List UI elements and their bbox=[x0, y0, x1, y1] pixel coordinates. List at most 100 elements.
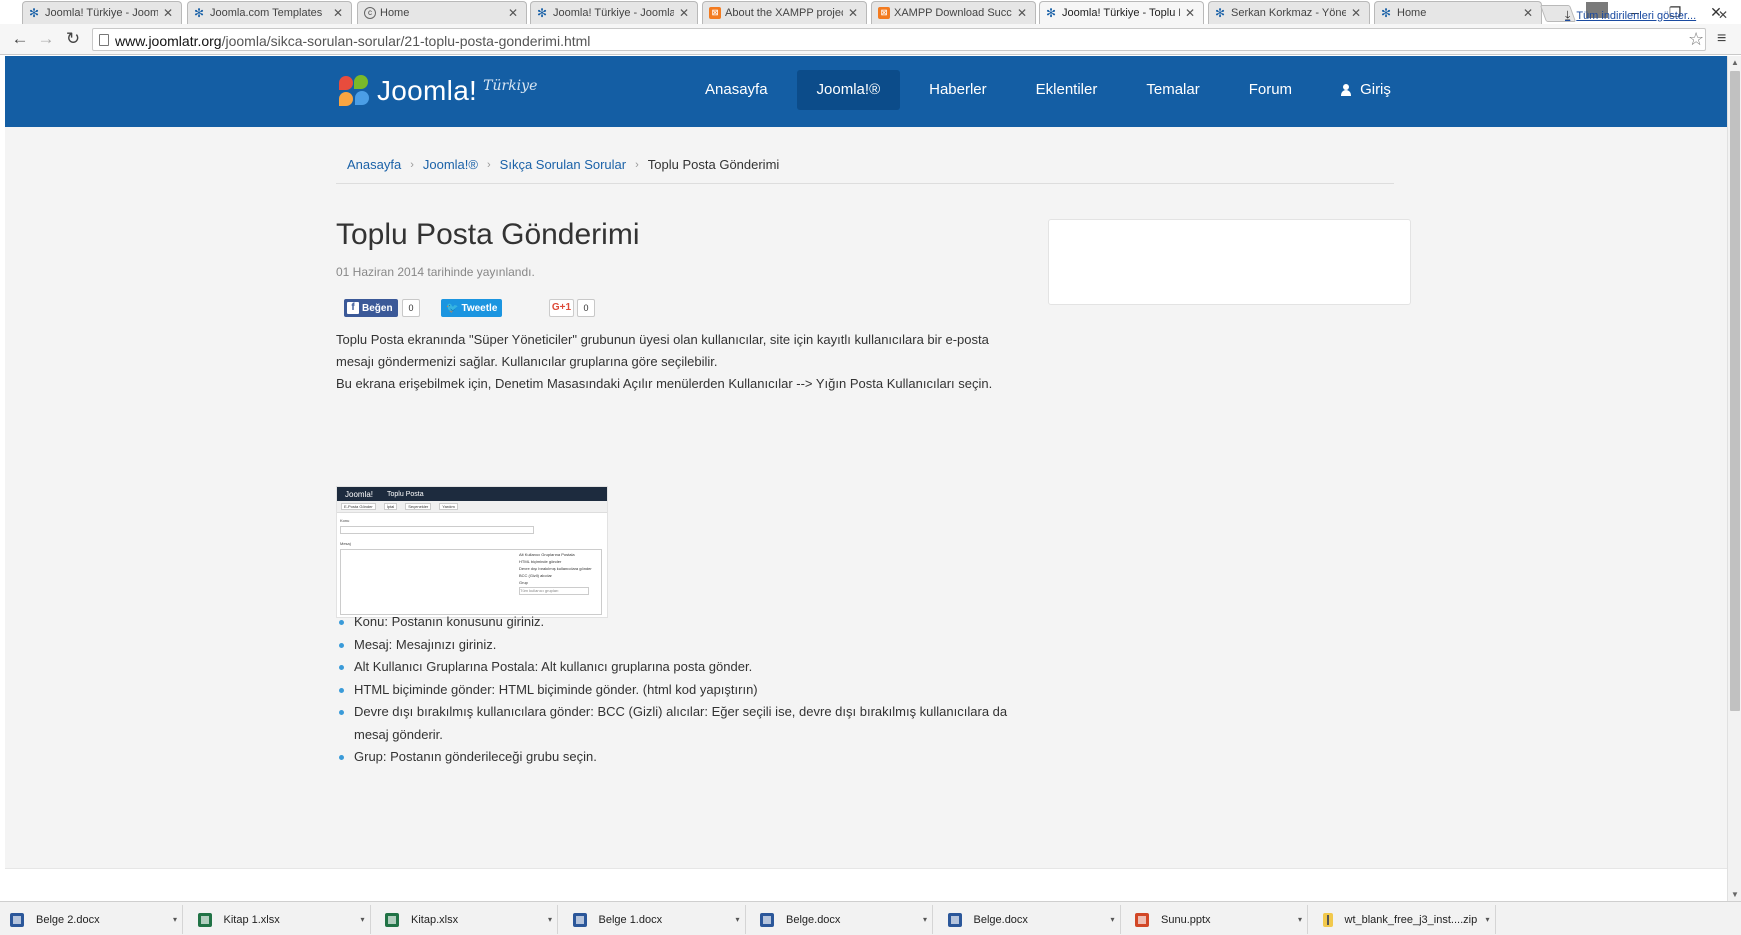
facebook-like-button[interactable]: f Beğen bbox=[344, 299, 398, 317]
xampp-icon: ⊠ bbox=[878, 7, 890, 19]
close-downloads-button[interactable]: ✕ bbox=[1718, 8, 1728, 22]
url-text[interactable]: www.joomlatr.org/joomla/sikca-sorulan-so… bbox=[115, 33, 590, 49]
download-item[interactable]: Belge.docx ▾ bbox=[750, 905, 933, 934]
scroll-down-icon[interactable]: ▼ bbox=[1731, 890, 1739, 899]
chevron-down-icon[interactable]: ▾ bbox=[731, 915, 745, 924]
browser-menu-icon[interactable]: ≡ bbox=[1717, 30, 1726, 48]
show-all-downloads-link[interactable]: ⤓ Tüm indirilenleri göster... bbox=[1565, 8, 1696, 23]
tab-title: Home bbox=[380, 7, 410, 19]
download-item[interactable]: Belge 2.docx ▾ bbox=[0, 905, 183, 934]
tab-close-icon[interactable]: ✕ bbox=[1521, 6, 1535, 20]
user-icon bbox=[1341, 84, 1352, 96]
logo-subtitle: Türkiye bbox=[483, 78, 538, 94]
nav-item-forum[interactable]: Forum bbox=[1229, 70, 1312, 110]
browser-tab[interactable]: c Home ✕ bbox=[357, 1, 527, 24]
list-item: Alt Kullanıcı Gruplarına Postala: Alt ku… bbox=[336, 656, 1016, 679]
downloads-bar: Belge 2.docx ▾ Kitap 1.xlsx ▾ Kitap.xlsx ▾ Bel… bbox=[0, 901, 1741, 935]
download-item[interactable]: Sunu.pptx ▾ bbox=[1125, 905, 1308, 934]
browser-tab[interactable]: ✻ Joomla.com Templates ✕ bbox=[187, 1, 352, 24]
browser-tab[interactable]: ✻ Serkan Korkmaz - Yönetim✕ bbox=[1208, 1, 1370, 24]
tab-close-icon[interactable]: ✕ bbox=[846, 6, 860, 20]
page-scrollbar[interactable]: ▲ ▼ bbox=[1727, 56, 1741, 901]
chevron-down-icon[interactable]: ▾ bbox=[1481, 915, 1495, 924]
page-viewport: Joomla! Türkiye Anasayfa Joomla!® Haberl… bbox=[5, 56, 1727, 901]
word-file-icon bbox=[947, 912, 962, 927]
download-item[interactable]: wt_blank_free_j3_inst....zip ▾ bbox=[1313, 905, 1496, 934]
scroll-up-icon[interactable]: ▲ bbox=[1731, 58, 1739, 67]
login-link[interactable]: Giriş bbox=[1321, 70, 1411, 110]
tab-title: Serkan Korkmaz - Yönetim bbox=[1231, 7, 1346, 19]
tweet-button[interactable]: 🐦 Tweetle bbox=[441, 299, 502, 317]
tab-close-icon[interactable]: ✕ bbox=[506, 6, 520, 20]
publish-date: 01 Haziran 2014 tarihinde yayınlandı. bbox=[336, 265, 535, 279]
xampp-icon: ⊠ bbox=[709, 7, 721, 19]
chevron-down-icon[interactable]: ▾ bbox=[1293, 915, 1307, 924]
joomla-icon: ✻ bbox=[537, 6, 548, 20]
facebook-like-count: 0 bbox=[402, 299, 420, 317]
chevron-down-icon[interactable]: ▾ bbox=[168, 915, 182, 924]
chevron-down-icon[interactable]: ▾ bbox=[918, 915, 932, 924]
list-item: Konu: Postanın konusunu giriniz. bbox=[336, 611, 1016, 634]
forward-button[interactable]: → bbox=[35, 28, 57, 50]
breadcrumb-joomla[interactable]: Joomla!® bbox=[423, 157, 478, 173]
address-bar[interactable]: www.joomlatr.org/joomla/sikca-sorulan-so… bbox=[92, 28, 1706, 51]
tab-close-icon[interactable]: ✕ bbox=[1183, 6, 1197, 20]
google-plus-button[interactable]: G+1 bbox=[549, 299, 574, 317]
download-item[interactable]: Belge.docx ▾ bbox=[938, 905, 1121, 934]
site-logo[interactable]: Joomla! Türkiye bbox=[337, 72, 537, 110]
browser-tab[interactable]: ✻ Home ✕ bbox=[1374, 1, 1542, 24]
breadcrumb-faq[interactable]: Sıkça Sorulan Sorular bbox=[500, 157, 626, 173]
breadcrumb: Anasayfa › Joomla!® › Sıkça Sorulan Soru… bbox=[347, 157, 779, 173]
google-plus-count: 0 bbox=[577, 299, 595, 317]
nav-item-temalar[interactable]: Temalar bbox=[1126, 70, 1219, 110]
logo-text: Joomla! bbox=[377, 75, 478, 106]
browser-toolbar: ← → ↻ www.joomlatr.org/joomla/sikca-soru… bbox=[0, 24, 1741, 55]
close-window-button[interactable]: ✕ bbox=[1698, 2, 1734, 22]
tab-close-icon[interactable]: ✕ bbox=[1349, 6, 1363, 20]
article-title: Toplu Posta Gönderimi bbox=[336, 218, 640, 251]
download-item[interactable]: Kitap.xlsx ▾ bbox=[375, 905, 558, 934]
thumb-group-label: Grup bbox=[519, 580, 528, 585]
chevron-down-icon[interactable]: ▾ bbox=[356, 915, 370, 924]
bookmark-star-icon[interactable]: ☆ bbox=[1688, 29, 1704, 50]
joomla-icon: ✻ bbox=[29, 6, 40, 20]
browser-tab[interactable]: ✻ Joomla! Türkiye - Toplu P ✕ bbox=[1039, 1, 1204, 24]
tab-title: Home bbox=[1397, 7, 1427, 19]
back-button[interactable]: ← bbox=[9, 28, 31, 50]
zip-file-icon bbox=[1322, 912, 1333, 927]
thumb-group-select: Tüm kullanıcı grupları bbox=[519, 587, 589, 595]
chevron-down-icon[interactable]: ▾ bbox=[1106, 915, 1120, 924]
download-filename: Belge.docx bbox=[973, 913, 1028, 926]
tab-title: XAMPP Download Success bbox=[894, 7, 1012, 19]
download-item[interactable]: Belge 1.docx ▾ bbox=[563, 905, 746, 934]
nav-item-haberler[interactable]: Haberler bbox=[909, 70, 1007, 110]
breadcrumb-separator: › bbox=[486, 159, 491, 171]
tweet-label: Tweetle bbox=[461, 302, 498, 314]
download-item[interactable]: Kitap 1.xlsx ▾ bbox=[188, 905, 371, 934]
nav-item-joomla[interactable]: Joomla!® bbox=[796, 70, 901, 110]
joomla-icon: ✻ bbox=[1381, 6, 1392, 20]
browser-tab[interactable]: ✻ Joomla! Türkiye - Joomla!✕ bbox=[22, 1, 182, 24]
thumb-message-label: Mesaj bbox=[340, 541, 351, 546]
browser-tab[interactable]: ✻ Joomla! Türkiye - Joomla!✕ bbox=[530, 1, 698, 24]
scrollbar-thumb[interactable] bbox=[1730, 71, 1740, 711]
nav-item-eklentiler[interactable]: Eklentiler bbox=[1016, 70, 1118, 110]
tab-close-icon[interactable]: ✕ bbox=[677, 6, 691, 20]
tab-close-icon[interactable]: ✕ bbox=[1015, 6, 1029, 20]
tab-close-icon[interactable]: ✕ bbox=[331, 6, 345, 20]
nav-item-anasayfa[interactable]: Anasayfa bbox=[685, 70, 788, 110]
main-nav: Anasayfa Joomla!® Haberler Eklentiler Te… bbox=[685, 70, 1420, 110]
download-filename: wt_blank_free_j3_inst....zip bbox=[1344, 913, 1478, 926]
download-filename: Kitap 1.xlsx bbox=[223, 913, 280, 926]
article-screenshot[interactable]: Joomla! Toplu Posta E-Posta Gönder İptal… bbox=[336, 486, 608, 618]
tab-close-icon[interactable]: ✕ bbox=[161, 6, 175, 20]
browser-tab[interactable]: ⊠ XAMPP Download Success✕ bbox=[871, 1, 1036, 24]
ppt-file-icon bbox=[1135, 912, 1149, 927]
tab-title: Joomla.com Templates bbox=[210, 7, 323, 19]
facebook-like-label: Beğen bbox=[362, 302, 393, 314]
reload-button[interactable]: ↻ bbox=[62, 28, 84, 50]
breadcrumb-home[interactable]: Anasayfa bbox=[347, 157, 401, 173]
browser-tab[interactable]: ⊠ About the XAMPP project ✕ bbox=[702, 1, 867, 24]
thumb-option: Alt Kullanıcı Gruplarına Postala bbox=[519, 552, 575, 557]
chevron-down-icon[interactable]: ▾ bbox=[543, 915, 557, 924]
